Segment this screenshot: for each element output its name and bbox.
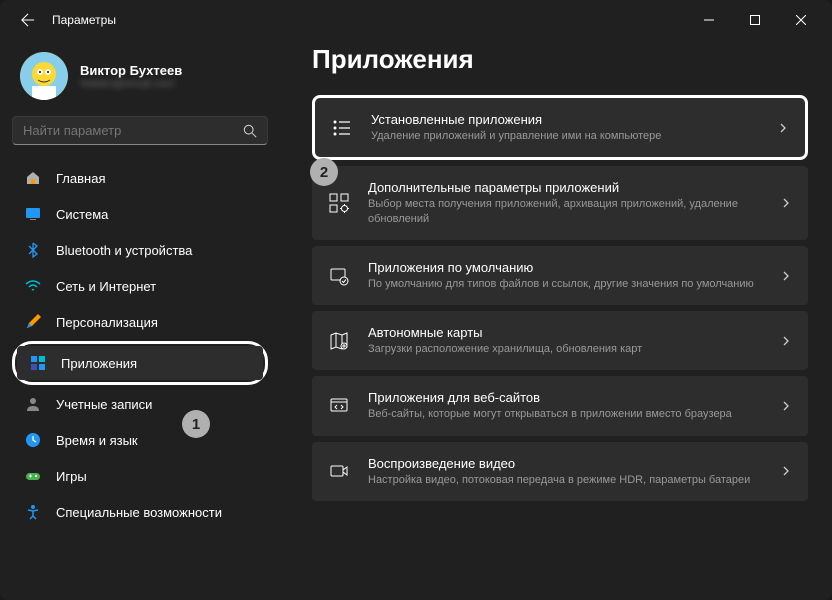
card-desc: По умолчанию для типов файлов и ссылок, … bbox=[368, 277, 762, 291]
search-input[interactable] bbox=[23, 123, 243, 138]
card-offline-maps[interactable]: Автономные карты Загрузки расположение х… bbox=[312, 311, 808, 370]
chevron-right-icon bbox=[780, 465, 792, 477]
chevron-right-icon bbox=[780, 270, 792, 282]
sidebar-item-label: Игры bbox=[56, 469, 87, 484]
time-icon bbox=[24, 431, 42, 449]
sidebar-item-accessibility[interactable]: Специальные возможности bbox=[12, 495, 268, 529]
search-icon bbox=[243, 124, 257, 138]
sidebar-item-time[interactable]: Время и язык bbox=[12, 423, 268, 457]
gear-grid-icon bbox=[328, 192, 350, 214]
sidebar-item-label: Персонализация bbox=[56, 315, 158, 330]
card-desc: Удаление приложений и управление ими на … bbox=[371, 129, 759, 143]
card-title: Приложения по умолчанию bbox=[368, 260, 762, 275]
minimize-icon bbox=[704, 15, 714, 25]
chevron-right-icon bbox=[777, 122, 789, 134]
card-title: Приложения для веб-сайтов bbox=[368, 390, 762, 405]
sidebar-item-label: Учетные записи bbox=[56, 397, 152, 412]
apps-icon bbox=[29, 354, 47, 372]
window-title: Параметры bbox=[52, 13, 116, 27]
minimize-button[interactable] bbox=[686, 0, 732, 40]
sidebar-item-personalization[interactable]: Персонализация bbox=[12, 305, 268, 339]
sidebar-item-home[interactable]: Главная bbox=[12, 161, 268, 195]
avatar bbox=[20, 52, 68, 100]
card-desc: Выбор места получения приложений, архива… bbox=[368, 197, 762, 226]
profile-name: Виктор Бухтеев bbox=[80, 63, 182, 78]
home-icon bbox=[24, 169, 42, 187]
card-apps-for-websites[interactable]: Приложения для веб-сайтов Веб-сайты, кот… bbox=[312, 376, 808, 435]
close-button[interactable] bbox=[778, 0, 824, 40]
sidebar-item-label: Специальные возможности bbox=[56, 505, 222, 520]
card-desc: Загрузки расположение хранилища, обновле… bbox=[368, 342, 762, 356]
brush-icon bbox=[24, 313, 42, 331]
card-advanced-settings[interactable]: Дополнительные параметры приложений Выбо… bbox=[312, 166, 808, 240]
annotation-badge-2: 2 bbox=[310, 158, 338, 186]
sidebar-item-system[interactable]: Система bbox=[12, 197, 268, 231]
sidebar-item-label: Главная bbox=[56, 171, 105, 186]
websites-icon bbox=[328, 395, 350, 417]
map-icon bbox=[328, 330, 350, 352]
close-icon bbox=[796, 15, 806, 25]
titlebar: Параметры bbox=[0, 0, 832, 40]
sidebar-item-bluetooth[interactable]: Bluetooth и устройства bbox=[12, 233, 268, 267]
system-icon bbox=[24, 205, 42, 223]
chevron-right-icon bbox=[780, 335, 792, 347]
card-title: Автономные карты bbox=[368, 325, 762, 340]
gaming-icon bbox=[24, 467, 42, 485]
card-default-apps[interactable]: Приложения по умолчанию По умолчанию для… bbox=[312, 246, 808, 305]
sidebar-item-label: Сеть и Интернет bbox=[56, 279, 156, 294]
nav: Главная Система Bluetooth и устройства С… bbox=[12, 161, 268, 529]
sidebar-item-label: Приложения bbox=[61, 356, 137, 371]
sidebar-item-label: Система bbox=[56, 207, 108, 222]
profile-section[interactable]: Виктор Бухтеев hidden@email.com bbox=[12, 40, 268, 116]
sidebar-item-label: Bluetooth и устройства bbox=[56, 243, 192, 258]
card-title: Дополнительные параметры приложений bbox=[368, 180, 762, 195]
page-title: Приложения bbox=[312, 44, 808, 75]
main-content: Приложения Установленные приложения Удал… bbox=[280, 40, 832, 600]
list-icon bbox=[331, 117, 353, 139]
accounts-icon bbox=[24, 395, 42, 413]
card-video-playback[interactable]: Воспроизведение видео Настройка видео, п… bbox=[312, 442, 808, 501]
back-arrow-icon bbox=[21, 13, 35, 27]
profile-email: hidden@email.com bbox=[80, 78, 182, 90]
default-apps-icon bbox=[328, 265, 350, 287]
video-icon bbox=[328, 460, 350, 482]
chevron-right-icon bbox=[780, 197, 792, 209]
sidebar-item-gaming[interactable]: Игры bbox=[12, 459, 268, 493]
search-box[interactable] bbox=[12, 116, 268, 145]
card-desc: Настройка видео, потоковая передача в ре… bbox=[368, 473, 762, 487]
bluetooth-icon bbox=[24, 241, 42, 259]
sidebar-item-network[interactable]: Сеть и Интернет bbox=[12, 269, 268, 303]
card-installed-apps[interactable]: Установленные приложения Удаление прилож… bbox=[312, 95, 808, 160]
wifi-icon bbox=[24, 277, 42, 295]
maximize-button[interactable] bbox=[732, 0, 778, 40]
sidebar: Виктор Бухтеев hidden@email.com Главная … bbox=[0, 40, 280, 600]
sidebar-item-label: Время и язык bbox=[56, 433, 138, 448]
back-button[interactable] bbox=[8, 0, 48, 40]
accessibility-icon bbox=[24, 503, 42, 521]
maximize-icon bbox=[750, 15, 760, 25]
sidebar-item-accounts[interactable]: Учетные записи bbox=[12, 387, 268, 421]
card-title: Воспроизведение видео bbox=[368, 456, 762, 471]
card-title: Установленные приложения bbox=[371, 112, 759, 127]
annotation-badge-1: 1 bbox=[182, 410, 210, 438]
sidebar-item-apps[interactable]: Приложения bbox=[17, 346, 263, 380]
chevron-right-icon bbox=[780, 400, 792, 412]
card-desc: Веб-сайты, которые могут открываться в п… bbox=[368, 407, 762, 421]
